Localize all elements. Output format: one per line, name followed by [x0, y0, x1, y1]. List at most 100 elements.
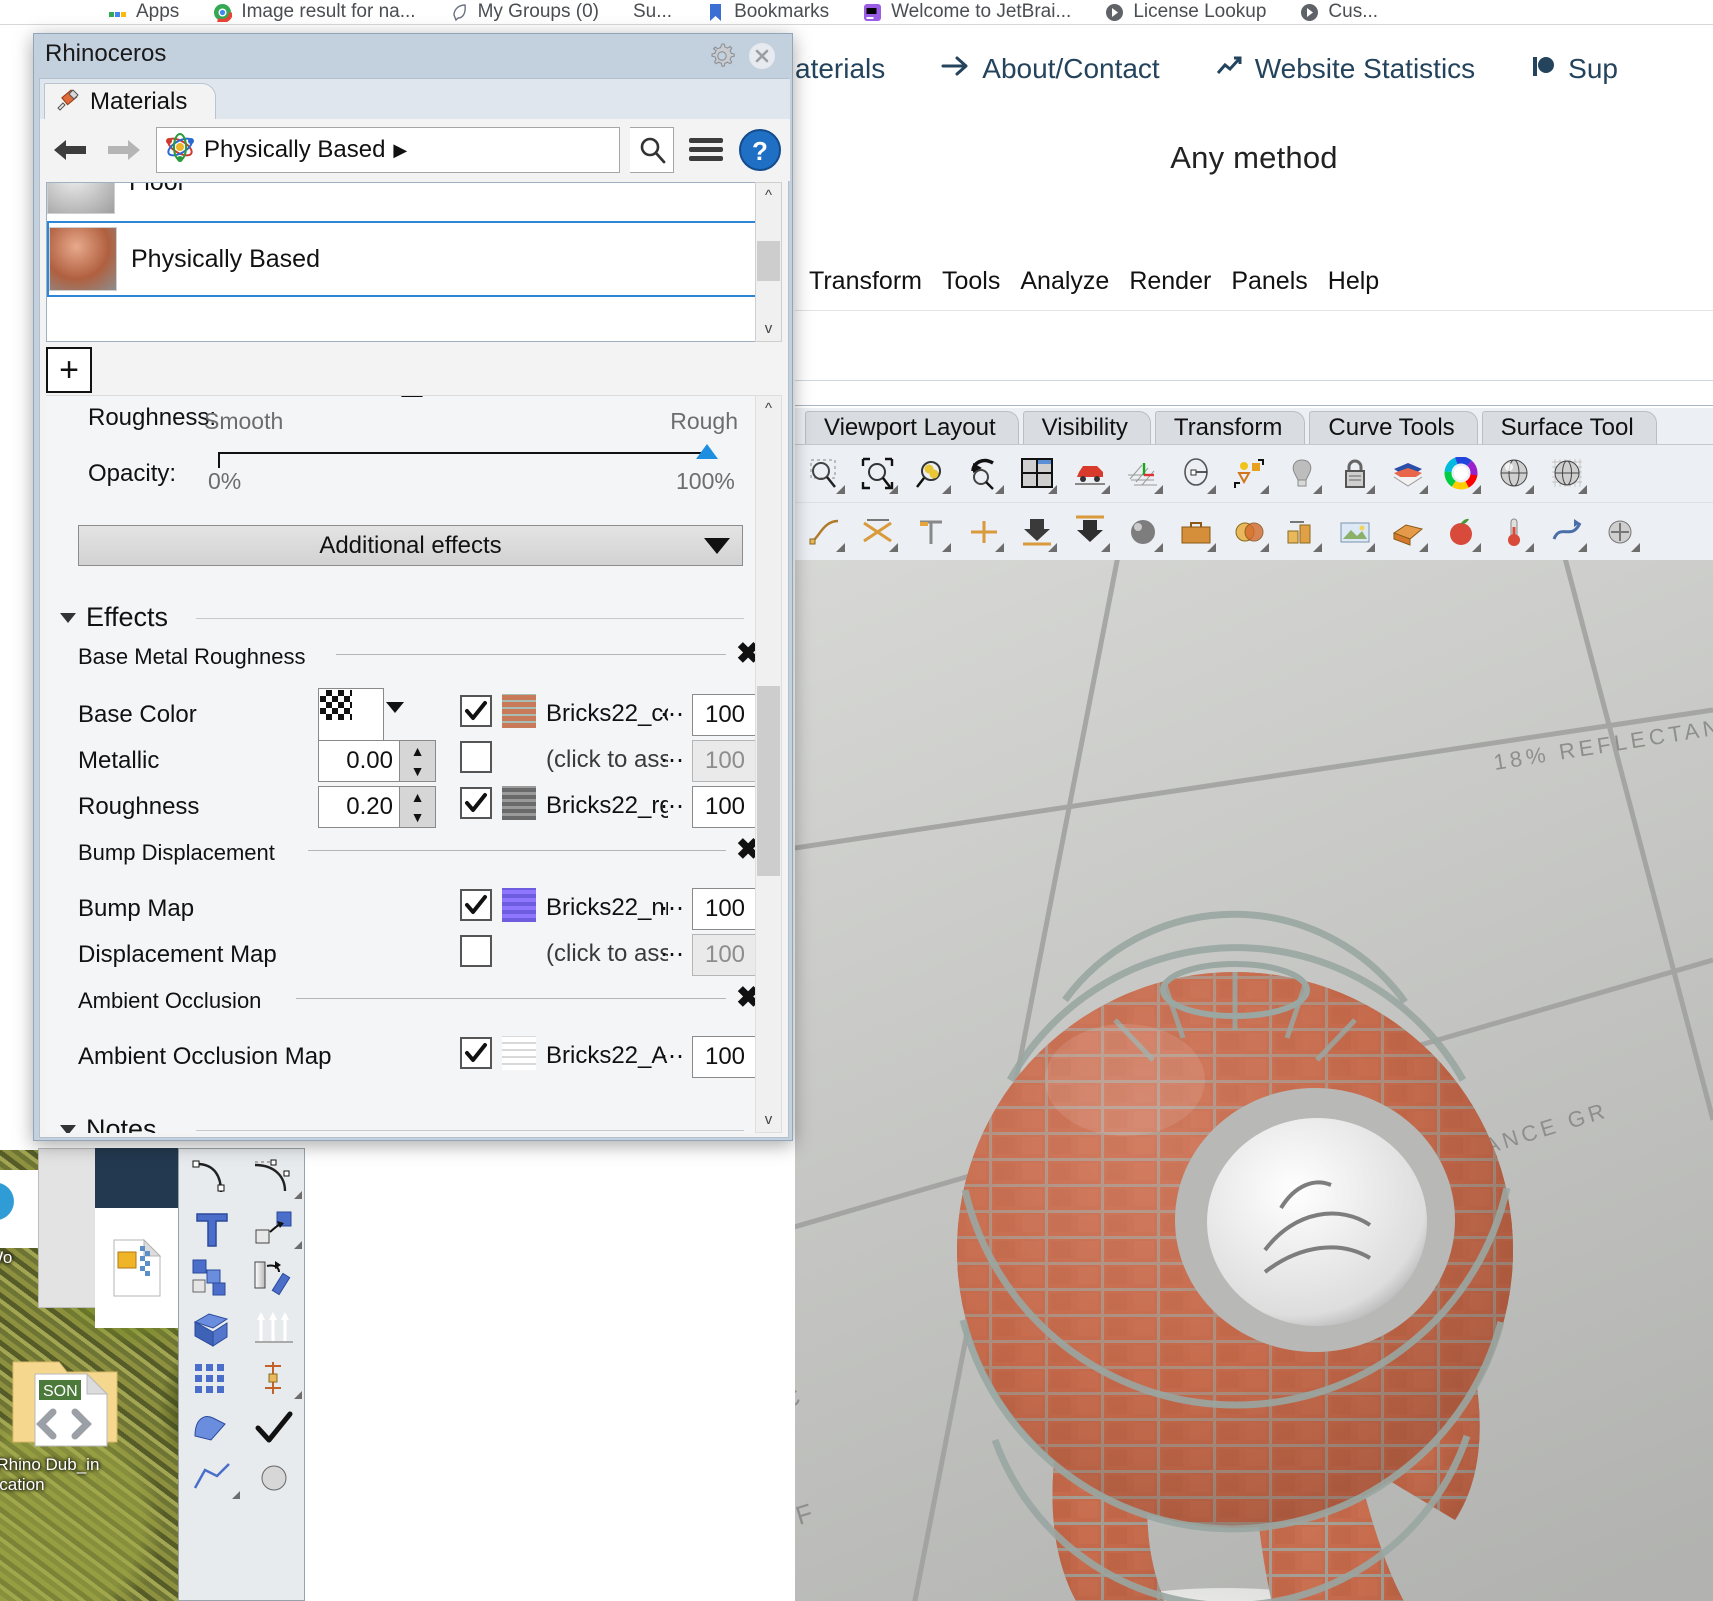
arc-dashed-icon[interactable] — [243, 1153, 305, 1203]
texture-enable-checkbox[interactable] — [460, 741, 492, 773]
metallic-value-field[interactable]: 0.00 — [318, 740, 400, 782]
texture-enable-checkbox[interactable] — [460, 889, 492, 921]
nav-item-support[interactable]: Sup — [1531, 53, 1618, 86]
project-down-icon[interactable] — [1015, 509, 1059, 555]
box-solid-icon[interactable] — [181, 1303, 243, 1353]
viewport-4view-icon[interactable] — [1015, 451, 1059, 497]
texture-name[interactable]: Bricks22_col — [546, 700, 668, 728]
dialog-title-bar[interactable]: Rhinoceros — [34, 34, 794, 74]
bookmark-image-result[interactable]: Image result for na... — [212, 1, 416, 23]
tab-materials[interactable]: Materials — [44, 83, 217, 120]
lock-icon[interactable] — [1333, 451, 1377, 497]
list-item-selected[interactable]: Physically Based — [47, 221, 761, 297]
scroll-down-icon[interactable]: v — [756, 1107, 781, 1132]
bookmark-apps[interactable]: Apps — [108, 1, 179, 23]
desktop-icon-owo[interactable]: oWo — [0, 1170, 38, 1268]
menu-item-panels[interactable]: Panels — [1231, 267, 1307, 296]
flow-icon[interactable] — [1545, 509, 1589, 555]
perspective-grid-icon[interactable] — [1121, 451, 1165, 497]
menu-item-analyze[interactable]: Analyze — [1020, 267, 1109, 296]
texture-options-icon[interactable]: ⋯ — [660, 1042, 686, 1071]
stepper-up-icon[interactable]: ▲ — [400, 741, 435, 761]
menu-item-tools[interactable]: Tools — [942, 267, 1000, 296]
tab-transform[interactable]: Transform — [1154, 411, 1306, 444]
circle-radius-icon[interactable] — [1174, 451, 1218, 497]
back-arrow-icon[interactable] — [48, 130, 92, 170]
color-wheel-icon[interactable] — [1439, 451, 1483, 497]
stepper-up-icon[interactable]: ▲ — [400, 787, 435, 807]
bookmark-su[interactable]: Su... — [633, 1, 672, 23]
named-view-car-icon[interactable] — [1068, 451, 1112, 497]
misc-icon[interactable] — [1598, 509, 1642, 555]
unroll-surface-icon[interactable] — [181, 1403, 243, 1453]
curve-point-icon[interactable] — [181, 1153, 243, 1203]
thermometer-icon[interactable] — [1492, 509, 1536, 555]
nav-item-about-contact[interactable]: About/Contact — [941, 53, 1160, 86]
color-dropdown-icon[interactable] — [386, 702, 404, 713]
scrollbar-thumb[interactable] — [757, 686, 780, 876]
grid-points-icon[interactable] — [181, 1353, 243, 1403]
stepper-down-icon[interactable]: ▼ — [400, 807, 435, 827]
bookmark-cus[interactable]: Cus... — [1300, 1, 1378, 23]
toolbox-icon[interactable] — [1174, 509, 1218, 555]
search-icon[interactable] — [630, 127, 674, 173]
light-bulb-icon[interactable] — [1280, 451, 1324, 497]
background-window-document[interactable] — [95, 1148, 178, 1328]
move-object-icon[interactable] — [243, 1203, 305, 1253]
nav-item-materials[interactable]: aterials — [795, 53, 885, 85]
bricks-ao-thumb[interactable] — [502, 1036, 536, 1070]
effects-section-header[interactable]: Effects — [60, 602, 168, 633]
roughness-slider-thumb[interactable] — [401, 396, 423, 397]
amount-field[interactable]: 100 — [692, 888, 758, 930]
intersect-icon[interactable] — [856, 509, 900, 555]
add-material-button[interactable]: + — [46, 347, 92, 393]
scroll-up-icon[interactable]: ^ — [756, 396, 781, 421]
opacity-slider-thumb[interactable] — [696, 444, 718, 459]
materials-list-scrollbar[interactable]: ^ v — [755, 182, 782, 342]
clipping-plane-icon[interactable] — [1386, 451, 1430, 497]
tab-visibility[interactable]: Visibility — [1022, 411, 1151, 444]
project-up-icon[interactable] — [1068, 509, 1112, 555]
render-sphere-grid-icon[interactable] — [1545, 451, 1589, 497]
boolean-icon[interactable] — [1227, 509, 1271, 555]
breadcrumb[interactable]: Physically Based ▶ — [156, 127, 620, 173]
mesh-tools-icon[interactable] — [181, 1453, 243, 1503]
additional-effects-button[interactable]: Additional effects — [78, 525, 743, 566]
bookmark-license-lookup[interactable]: License Lookup — [1105, 1, 1266, 23]
texture-options-icon[interactable]: ⋯ — [660, 940, 686, 969]
base-color-swatch[interactable] — [318, 688, 384, 742]
texture-name[interactable]: Bricks22_AO — [546, 1042, 668, 1070]
list-item[interactable]: Floor — [47, 183, 761, 215]
close-icon[interactable] — [748, 42, 776, 70]
scroll-down-icon[interactable]: v — [756, 316, 781, 341]
desktop-icon-json[interactable]: SON ive-Rhino Dub_in Education — [0, 1352, 165, 1495]
bookmark-jetbrains[interactable]: Welcome to JetBrai... — [863, 1, 1071, 23]
hamburger-menu-icon[interactable] — [684, 127, 728, 173]
zoom-previous-icon[interactable] — [962, 451, 1006, 497]
extend-icon[interactable] — [962, 509, 1006, 555]
texture-options-icon[interactable]: ⋯ — [660, 792, 686, 821]
properties-scrollbar[interactable]: ^ v — [755, 395, 782, 1133]
sphere-icon[interactable] — [1121, 509, 1165, 555]
text-object-icon[interactable] — [909, 509, 953, 555]
tab-curve-tools[interactable]: Curve Tools — [1309, 411, 1478, 444]
apple-icon[interactable] — [1439, 509, 1483, 555]
render-sphere-icon[interactable] — [1492, 451, 1536, 497]
texture-enable-checkbox[interactable] — [460, 695, 492, 727]
metallic-stepper[interactable]: ▲ ▼ — [400, 740, 436, 782]
materials-list[interactable]: Floor Physically Based — [46, 182, 762, 342]
amount-field[interactable]: 100 — [692, 1036, 758, 1078]
amount-field[interactable]: 100 — [692, 694, 758, 736]
menu-item-help[interactable]: Help — [1328, 267, 1379, 296]
bookmark-my-groups[interactable]: My Groups (0) — [450, 1, 599, 23]
roughness-stepper[interactable]: ▲ ▼ — [400, 786, 436, 828]
amount-field[interactable]: 100 — [692, 786, 758, 828]
copy-objects-icon[interactable] — [181, 1253, 243, 1303]
texture-name[interactable]: Bricks22_nrn — [546, 894, 668, 922]
notes-section-header[interactable]: Notes — [60, 1114, 157, 1133]
menu-item-transform[interactable]: Transform — [809, 267, 922, 296]
texture-name-placeholder[interactable]: (click to assig — [546, 746, 668, 774]
zoom-window-icon[interactable] — [803, 451, 847, 497]
bricks-rough-thumb[interactable] — [502, 786, 536, 820]
breadcrumb-chevron-icon[interactable]: ▶ — [393, 140, 407, 161]
